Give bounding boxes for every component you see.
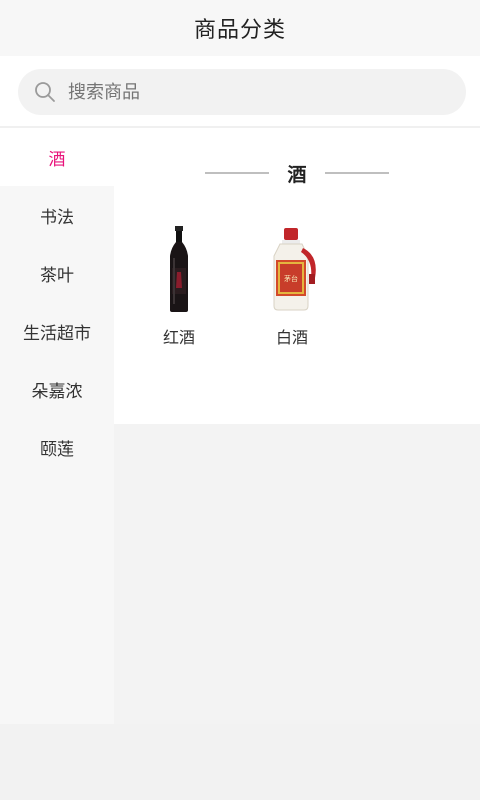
sidebar-item-duojianong[interactable]: 朵嘉浓 [0,360,114,418]
search-box[interactable] [18,69,466,115]
baijiu-bottle-icon: 茅台 [237,226,347,316]
sidebar-item-label: 书法 [40,207,74,228]
svg-text:茅台: 茅台 [284,274,298,283]
bottom-area [0,724,480,800]
category-sidebar: 酒 书法 茶叶 生活超市 朵嘉浓 颐莲 [0,128,114,724]
sidebar-item-shenghuochaoshi[interactable]: 生活超市 [0,302,114,360]
top-header: 商品分类 [0,0,480,56]
sidebar-item-label: 酒 [48,149,66,170]
title-line-left [205,172,270,174]
sidebar-item-label: 朵嘉浓 [31,381,83,402]
product-item-red-wine[interactable]: 红酒 [124,226,234,348]
sidebar-item-label: 颐莲 [40,439,74,460]
section-title: 酒 [287,163,307,186]
category-content: 酒 红酒 茅台 白酒 [114,128,480,424]
page-title: 商品分类 [193,18,286,43]
sidebar-item-jiu[interactable]: 酒 [0,128,114,186]
product-name: 白酒 [275,328,308,347]
product-item-baijiu[interactable]: 茅台 白酒 [237,226,347,348]
sidebar-item-label: 生活超市 [23,323,91,344]
search-icon [34,81,56,103]
title-line-right [324,172,389,174]
sidebar-item-yilian[interactable]: 颐莲 [0,418,114,476]
search-input[interactable] [66,80,430,104]
sidebar-item-chaye[interactable]: 茶叶 [0,244,114,302]
sidebar-item-shufa[interactable]: 书法 [0,186,114,244]
sidebar-item-label: 茶叶 [40,265,74,286]
section-header: 酒 [114,158,480,188]
search-bar [0,56,480,126]
red-wine-bottle-icon [124,226,234,316]
product-name: 红酒 [162,328,195,347]
